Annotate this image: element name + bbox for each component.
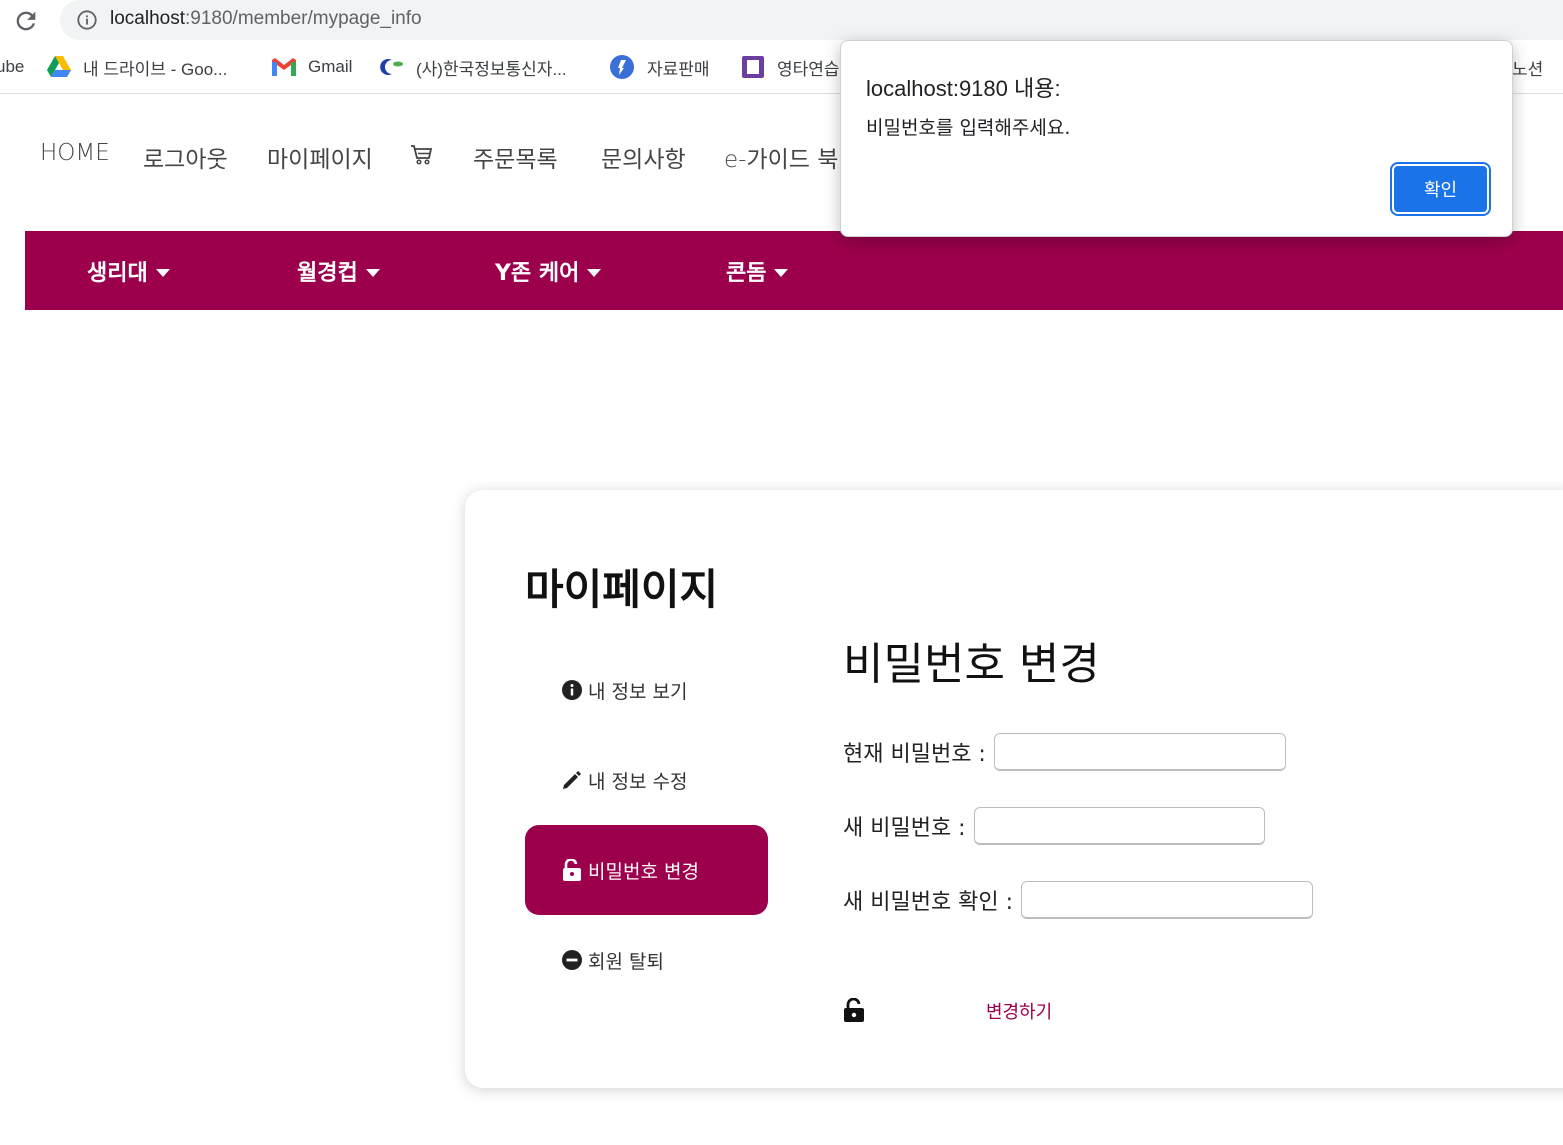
reload-icon[interactable]	[12, 7, 40, 35]
bookmark-label: (사)한국정보통신자...	[416, 59, 567, 79]
category-label: 생리대	[87, 261, 148, 286]
address-bar[interactable]: localhost:9180/member/mypage_info	[60, 0, 1563, 40]
category-label: 콘돔	[726, 261, 767, 286]
confirm-password-label: 새 비밀번호 확인 :	[843, 890, 1014, 915]
cart-icon[interactable]	[410, 144, 434, 166]
url-text: localhost:9180/member/mypage_info	[110, 8, 422, 30]
category-menstrual-cup[interactable]: 월경컵	[297, 255, 380, 287]
bookmark-label: 내 드라이브 - Goo...	[83, 59, 228, 79]
bookmark-label: 노션	[1512, 59, 1544, 79]
kait-icon	[380, 59, 403, 75]
bookmark-label: 영타연습	[777, 59, 840, 79]
page-title: 마이페이지	[525, 565, 719, 614]
bookmark-youtube[interactable]: ube	[0, 54, 24, 80]
gmail-icon	[272, 58, 296, 76]
bookmark-gmail[interactable]: Gmail	[272, 54, 352, 80]
category-condom[interactable]: 콘돔	[726, 255, 789, 287]
browser-toolbar: localhost:9180/member/mypage_info	[0, 0, 1563, 42]
current-password-input[interactable]	[993, 733, 1286, 771]
sidebar-item-label: 내 정보 수정	[588, 770, 688, 793]
bookmark-google-drive[interactable]: 내 드라이브 - Goo...	[47, 54, 227, 80]
caret-down-icon	[774, 268, 789, 277]
nav-home[interactable]: HOME	[40, 140, 110, 166]
alert-dialog: localhost:9180 내용: 비밀번호를 입력해주세요. 확인	[840, 40, 1513, 237]
confirm-password-row: 새 비밀번호 확인 :	[843, 881, 1314, 919]
sidebar-item-view-info[interactable]: 내 정보 보기	[525, 645, 768, 735]
section-title: 비밀번호 변경	[843, 639, 1100, 690]
happycampus-icon	[610, 55, 634, 79]
unlock-icon	[844, 998, 864, 1022]
url-path: :9180/member/mypage_info	[185, 8, 422, 29]
category-bar: 생리대 월경컵 Y존 케어 콘돔	[25, 231, 1563, 310]
category-pads[interactable]: 생리대	[87, 255, 170, 287]
nav-orders[interactable]: 주문목록	[473, 140, 558, 174]
sidebar-item-withdraw[interactable]: 회원 탈퇴	[525, 915, 768, 1005]
url-host: localhost	[110, 8, 185, 29]
category-label: Y존 케어	[495, 261, 580, 286]
site-info-icon[interactable]	[76, 9, 98, 31]
bookmark-label: 자료판매	[647, 59, 710, 79]
bookmark-label: Gmail	[308, 57, 353, 76]
nav-mypage[interactable]: 마이페이지	[267, 140, 373, 174]
pencil-icon	[563, 771, 581, 789]
caret-down-icon	[365, 268, 380, 277]
nav-inquiry[interactable]: 문의사항	[601, 140, 686, 174]
dialog-title: localhost:9180 내용:	[866, 76, 1061, 101]
new-password-row: 새 비밀번호 :	[843, 807, 1265, 845]
change-password-button[interactable]: 변경하기	[986, 998, 1052, 1024]
sidebar-item-label: 비밀번호 변경	[588, 860, 699, 883]
sidebar-item-change-password[interactable]: 비밀번호 변경	[525, 825, 768, 915]
unlock-icon	[563, 859, 581, 881]
new-password-label: 새 비밀번호 :	[843, 816, 966, 841]
current-password-row: 현재 비밀번호 :	[843, 733, 1286, 771]
sidebar-item-edit-info[interactable]: 내 정보 수정	[525, 735, 768, 825]
confirm-password-input[interactable]	[1021, 881, 1314, 919]
info-circle-icon	[562, 680, 582, 700]
dialog-ok-button[interactable]: 확인	[1390, 162, 1491, 216]
sidebar-item-label: 내 정보 보기	[588, 680, 688, 703]
google-drive-icon	[47, 56, 71, 77]
bookmark-kait[interactable]: (사)한국정보통신자...	[378, 54, 567, 80]
bookmark-happycampus[interactable]: 자료판매	[609, 54, 710, 80]
caret-down-icon	[587, 268, 602, 277]
nav-eguide[interactable]: e-가이드 북	[724, 140, 838, 174]
caret-down-icon	[155, 268, 170, 277]
bookmark-label: ube	[0, 57, 25, 76]
minus-circle-icon	[562, 950, 582, 970]
dialog-message: 비밀번호를 입력해주세요.	[866, 117, 1071, 139]
category-label: 월경컵	[297, 261, 358, 286]
new-password-input[interactable]	[973, 807, 1265, 845]
sidebar-item-label: 회원 탈퇴	[588, 950, 664, 973]
mypage-card: 마이페이지 내 정보 보기 내 정보 수정 비밀번호 변경 회원 탈퇴 비밀번호…	[465, 490, 1563, 1088]
bookmark-notion[interactable]: 노션	[1512, 54, 1543, 80]
typing-icon	[742, 56, 764, 78]
nav-logout[interactable]: 로그아웃	[143, 140, 228, 174]
current-password-label: 현재 비밀번호 :	[843, 742, 986, 767]
category-yzone-care[interactable]: Y존 케어	[495, 255, 602, 287]
bookmark-typing[interactable]: 영타연습	[741, 54, 840, 80]
